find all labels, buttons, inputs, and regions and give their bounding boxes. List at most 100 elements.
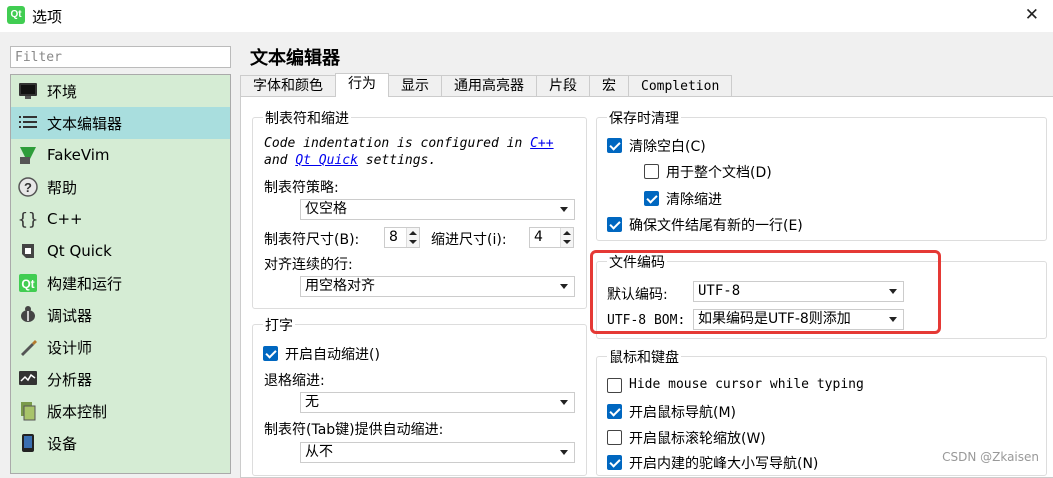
tab-completion[interactable]: Completion [628, 75, 733, 97]
tab-auto-indent-combo[interactable]: 从不 [300, 442, 575, 463]
ensure-newline-checkbox[interactable] [607, 217, 622, 232]
tab-macros[interactable]: 宏 [589, 75, 629, 97]
clean-indentation-checkbox[interactable] [644, 191, 659, 206]
sidebar-item-label: 版本控制 [47, 402, 108, 421]
window-title: 选项 [32, 8, 63, 26]
group-title: 保存时清理 [607, 108, 681, 128]
tab-policy-label: 制表符策略: [264, 180, 339, 196]
align-label: 对齐连续的行: [264, 257, 353, 273]
tab-display[interactable]: 显示 [388, 75, 442, 97]
designer-icon [17, 336, 39, 358]
note-text: settings. [357, 153, 437, 168]
spin-down-icon [409, 240, 417, 244]
sidebar-item-build-run[interactable]: Qt 构建和运行 [11, 267, 230, 299]
sidebar-item-label: 设计师 [47, 338, 93, 357]
dropdown-arrow-icon [560, 450, 568, 455]
filter-input[interactable] [10, 46, 231, 68]
sidebar: 环境 文本编辑器 FakeVim ? 帮助 {} C++ Qt Quick Qt [10, 74, 231, 474]
tab-size-label: 制表符尺寸(B): [264, 232, 360, 248]
title-bar: Qt 选项 ✕ [0, 0, 1053, 32]
spin-up-icon [409, 231, 417, 235]
analyzer-icon [17, 368, 39, 390]
mouse-navigation-label: 开启鼠标导航(M) [629, 405, 737, 421]
tab-bar: 字体和颜色 行为 显示 通用高亮器 片段 宏 Completion [240, 73, 733, 97]
spin-up-icon [563, 231, 571, 235]
spinbox-buttons[interactable] [560, 228, 573, 247]
tab-generic-highlighter[interactable]: 通用高亮器 [441, 75, 537, 97]
tab-policy-combo[interactable]: 仅空格 [300, 199, 575, 220]
build-run-icon: Qt [17, 272, 39, 294]
backspace-indent-combo[interactable]: 无 [300, 392, 575, 413]
entire-document-label: 用于整个文档(D) [666, 165, 772, 181]
watermark: CSDN @Zkaisen [942, 450, 1039, 464]
sidebar-item-label: 文本编辑器 [47, 114, 123, 133]
entire-document-checkbox[interactable] [644, 164, 659, 179]
tab-snippets[interactable]: 片段 [536, 75, 590, 97]
ensure-newline-label: 确保文件结尾有新的一行(E) [629, 218, 803, 234]
indent-size-label: 缩进尺寸(i): [431, 232, 507, 248]
wheel-zoom-label: 开启鼠标滚轮缩放(W) [629, 431, 766, 447]
group-title: 打字 [263, 315, 295, 335]
mouse-navigation-checkbox[interactable] [607, 404, 622, 419]
close-icon[interactable]: ✕ [1025, 5, 1039, 25]
spin-down-icon [563, 240, 571, 244]
indentation-note-line2: and Qt Quick settings. [264, 153, 436, 168]
encoding-highlight-box [590, 250, 941, 334]
combo-value: 从不 [305, 444, 333, 460]
indent-size-spinbox[interactable]: 4 [529, 227, 574, 248]
combo-value: 仅空格 [305, 201, 347, 217]
sidebar-item-help[interactable]: ? 帮助 [11, 171, 230, 203]
svg-text:{}: {} [18, 210, 38, 229]
note-text: and [264, 153, 296, 168]
hide-mouse-cursor-checkbox[interactable] [607, 378, 622, 393]
sidebar-item-label: FakeVim [47, 146, 110, 164]
auto-indent-checkbox[interactable] [263, 346, 278, 361]
spinbox-value: 8 [389, 229, 398, 245]
sidebar-item-label: 调试器 [47, 306, 93, 325]
monitor-icon [17, 80, 39, 102]
sidebar-item-text-editor[interactable]: 文本编辑器 [11, 107, 230, 139]
sidebar-item-designer[interactable]: 设计师 [11, 331, 230, 363]
auto-indent-label: 开启自动缩进() [285, 347, 380, 363]
align-combo[interactable]: 用空格对齐 [300, 276, 575, 297]
tab-size-spinbox[interactable]: 8 [384, 227, 420, 248]
tab-behavior[interactable]: 行为 [335, 73, 389, 97]
sidebar-item-label: 帮助 [47, 178, 78, 197]
debugger-icon [17, 304, 39, 326]
sidebar-item-label: 设备 [47, 434, 78, 453]
sidebar-item-analyzer[interactable]: 分析器 [11, 363, 230, 395]
sidebar-item-label: C++ [47, 210, 83, 228]
qt-logo-icon: Qt [7, 6, 25, 24]
spinbox-buttons[interactable] [406, 228, 419, 247]
sidebar-item-label: 环境 [47, 82, 78, 101]
indentation-note: Code indentation is configured in C++ [264, 136, 554, 151]
sidebar-item-qt-quick[interactable]: Qt Quick [11, 235, 230, 267]
combo-value: 用空格对齐 [305, 278, 375, 294]
sidebar-item-environment[interactable]: 环境 [11, 75, 230, 107]
combo-value: 无 [305, 394, 319, 410]
dropdown-arrow-icon [560, 207, 568, 212]
sidebar-item-devices[interactable]: 设备 [11, 427, 230, 459]
sidebar-item-debugger[interactable]: 调试器 [11, 299, 230, 331]
clean-indentation-label: 清除缩进 [666, 192, 722, 208]
svg-text:?: ? [24, 180, 32, 195]
sidebar-item-cpp[interactable]: {} C++ [11, 203, 230, 235]
fakevim-icon [17, 144, 39, 166]
dropdown-arrow-icon [560, 284, 568, 289]
help-icon: ? [17, 176, 39, 198]
camel-case-navigation-label: 开启内建的驼峰大小写导航(N) [629, 456, 819, 472]
svg-text:Qt: Qt [21, 277, 34, 291]
version-control-icon [17, 400, 39, 422]
sidebar-item-version-control[interactable]: 版本控制 [11, 395, 230, 427]
dropdown-arrow-icon [560, 400, 568, 405]
note-text: Code indentation is configured in [264, 136, 531, 151]
spinbox-value: 4 [534, 229, 543, 245]
camel-case-navigation-checkbox[interactable] [607, 455, 622, 470]
cpp-settings-link[interactable]: C++ [530, 136, 553, 151]
wheel-zoom-checkbox[interactable] [607, 430, 622, 445]
qt-quick-settings-link[interactable]: Qt Quick [295, 153, 358, 168]
sidebar-item-label: 分析器 [47, 370, 93, 389]
tab-fonts-colors[interactable]: 字体和颜色 [240, 75, 336, 97]
sidebar-item-fakevim[interactable]: FakeVim [11, 139, 230, 171]
clean-whitespace-checkbox[interactable] [607, 138, 622, 153]
